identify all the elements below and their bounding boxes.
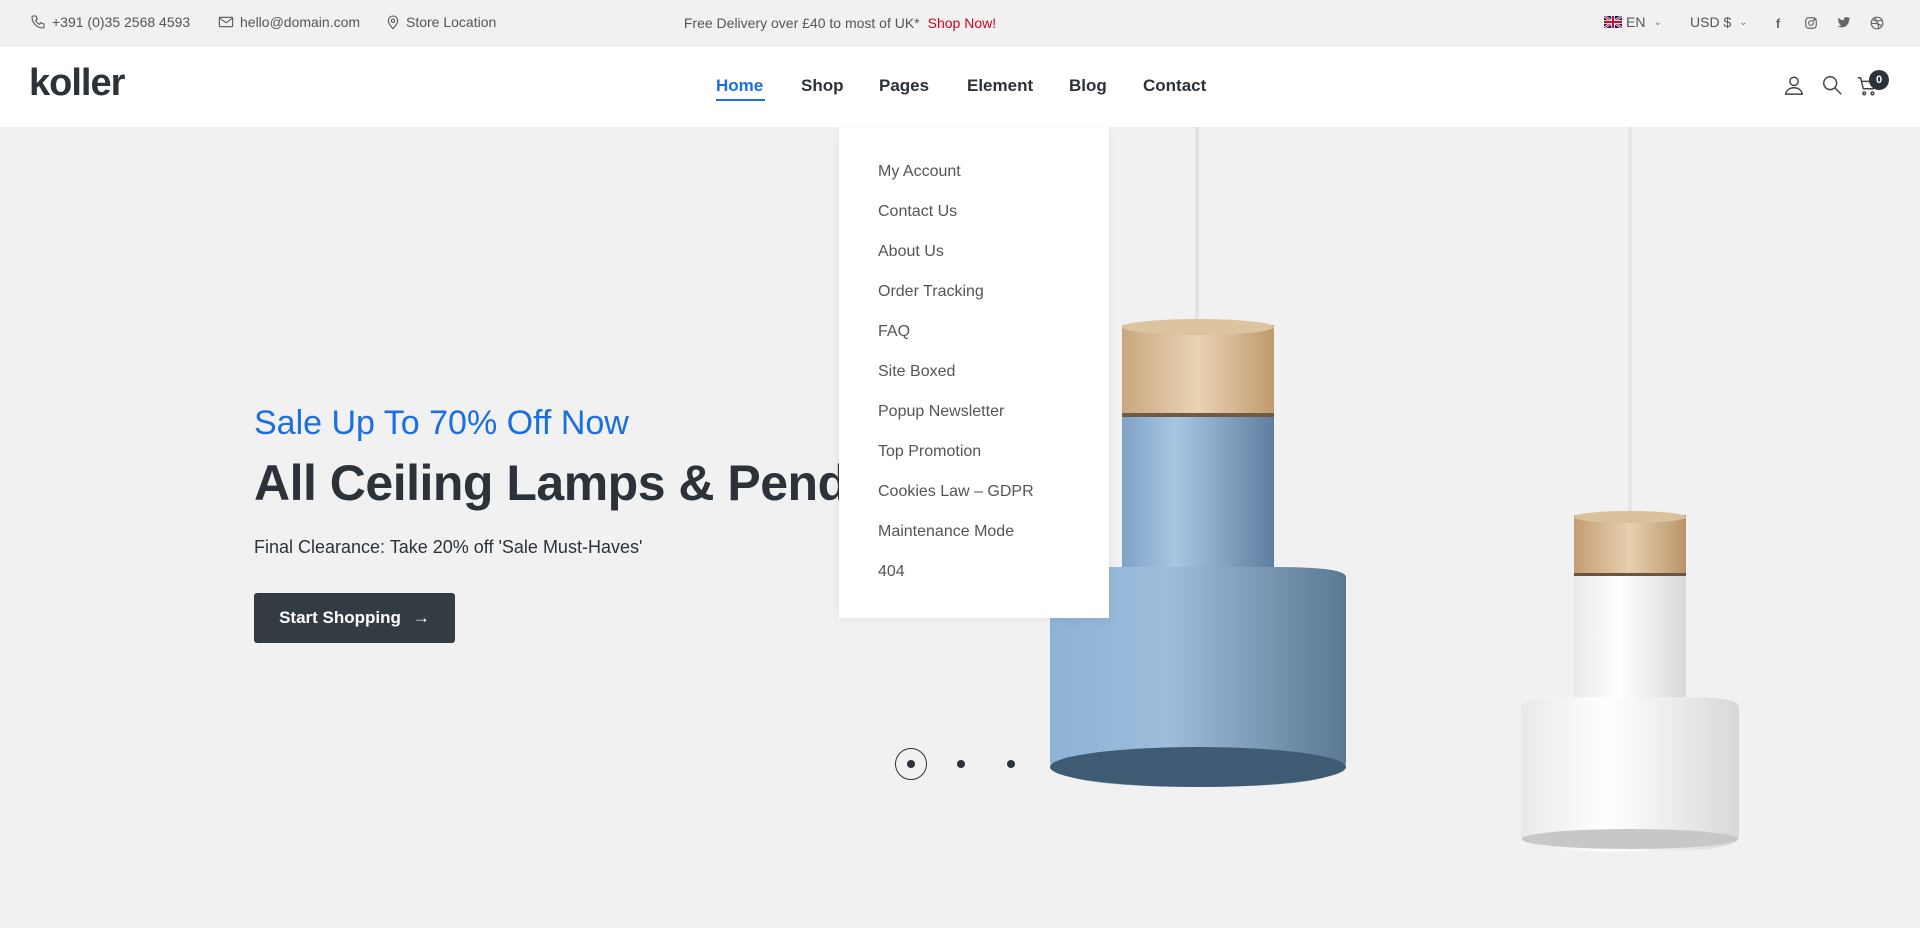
site-logo[interactable]: koller bbox=[29, 62, 125, 105]
slider-dot-1[interactable] bbox=[907, 760, 915, 768]
menu-item-faq[interactable]: FAQ bbox=[878, 323, 910, 341]
language-selector[interactable]: EN ⌄ bbox=[1604, 14, 1662, 30]
menu-item-404[interactable]: 404 bbox=[878, 563, 905, 581]
nav-home[interactable]: Home bbox=[716, 76, 763, 96]
chevron-down-icon: ⌄ bbox=[1653, 16, 1662, 28]
menu-item-about-us[interactable]: About Us bbox=[878, 243, 944, 261]
nav-active-indicator bbox=[716, 99, 765, 101]
instagram-icon[interactable] bbox=[1803, 15, 1819, 31]
top-bar: +391 (0)35 2568 4593 hello@domain.com St… bbox=[0, 0, 1920, 46]
language-label: EN bbox=[1626, 14, 1646, 30]
nav-blog[interactable]: Blog bbox=[1069, 76, 1107, 96]
main-header: koller bbox=[0, 46, 1920, 127]
menu-item-top-promotion[interactable]: Top Promotion bbox=[878, 443, 981, 461]
nav-contact[interactable]: Contact bbox=[1143, 76, 1206, 96]
pages-dropdown-menu: My Account Contact Us About Us Order Tra… bbox=[839, 127, 1109, 618]
menu-item-popup-newsletter[interactable]: Popup Newsletter bbox=[878, 403, 1004, 421]
promo-text: Free Delivery over £40 to most of UK* bbox=[683, 15, 920, 31]
slider-dot-2[interactable] bbox=[957, 760, 965, 768]
menu-item-site-boxed[interactable]: Site Boxed bbox=[878, 363, 955, 381]
menu-item-order-tracking[interactable]: Order Tracking bbox=[878, 283, 984, 301]
menu-item-my-account[interactable]: My Account bbox=[878, 163, 961, 181]
currency-selector[interactable]: USD $ ⌄ bbox=[1690, 14, 1748, 30]
nav-element[interactable]: Element bbox=[967, 76, 1033, 96]
search-icon[interactable] bbox=[1821, 74, 1845, 98]
promo-banner: Free Delivery over £40 to most of UK* Sho… bbox=[0, 15, 1680, 31]
nav-pages[interactable]: Pages bbox=[879, 76, 929, 96]
user-icon[interactable] bbox=[1783, 74, 1807, 98]
slider-dot-3[interactable] bbox=[1007, 760, 1015, 768]
hero-subtitle: Final Clearance: Take 20% off 'Sale Must… bbox=[254, 537, 643, 557]
currency-label: USD $ bbox=[1690, 14, 1732, 30]
uk-flag-icon bbox=[1604, 16, 1622, 28]
dribbble-icon[interactable] bbox=[1869, 15, 1885, 31]
shop-now-link[interactable]: Shop Now! bbox=[928, 15, 996, 31]
hero-kicker: Sale Up To 70% Off Now bbox=[254, 404, 629, 442]
menu-item-maintenance-mode[interactable]: Maintenance Mode bbox=[878, 523, 1014, 541]
cart-count-badge: 0 bbox=[1869, 70, 1889, 90]
menu-item-contact-us[interactable]: Contact Us bbox=[878, 203, 957, 221]
white-pendant-lamp-image bbox=[1521, 127, 1739, 852]
twitter-icon[interactable] bbox=[1836, 15, 1852, 31]
nav-shop[interactable]: Shop bbox=[801, 76, 844, 96]
facebook-icon[interactable]: f bbox=[1770, 15, 1786, 31]
menu-item-cookies-law[interactable]: Cookies Law – GDPR bbox=[878, 483, 1034, 501]
chevron-down-icon: ⌄ bbox=[1739, 16, 1748, 28]
start-shopping-label: Start Shopping bbox=[279, 608, 401, 627]
arrow-right-icon: → bbox=[412, 608, 430, 627]
start-shopping-button[interactable]: Start Shopping → bbox=[254, 593, 455, 643]
